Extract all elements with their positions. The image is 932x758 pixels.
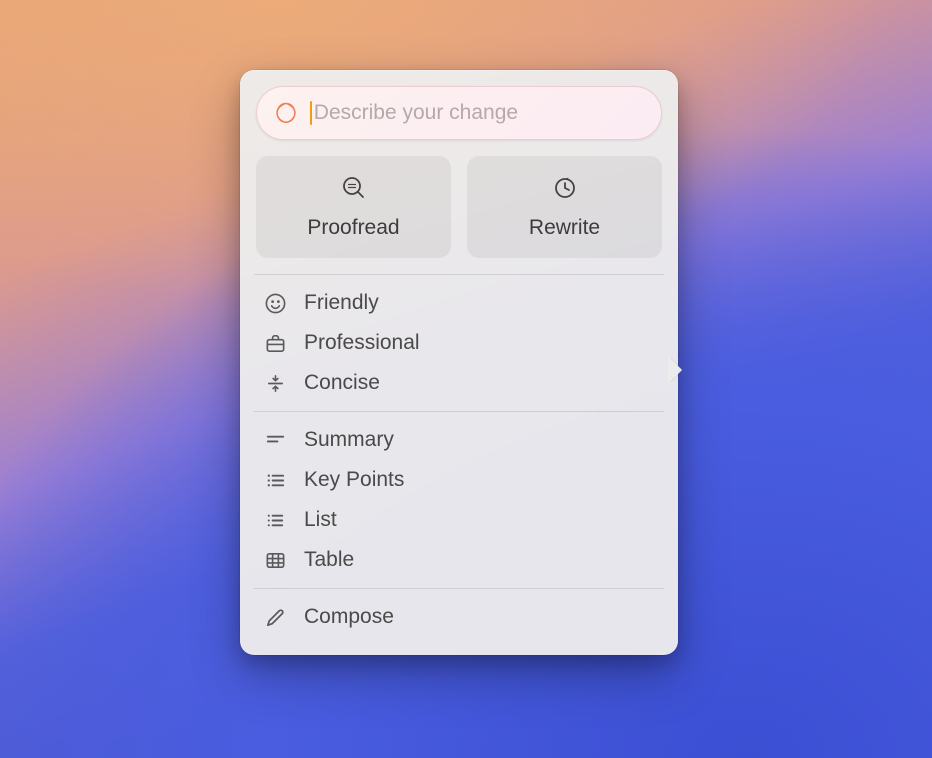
list-label: List [304,508,337,532]
professional-item[interactable]: Professional [256,323,662,363]
popover-arrow [668,358,688,382]
proofread-button[interactable]: Proofread [256,156,451,258]
smile-icon [262,290,288,316]
rewrite-icon [552,175,578,204]
concise-label: Concise [304,371,380,395]
proofread-icon [341,175,367,204]
format-section: Summary Key Points [256,412,662,588]
table-item[interactable]: Table [256,540,662,580]
briefcase-icon [262,330,288,356]
compose-item[interactable]: Compose [256,597,662,637]
tone-section: Friendly Professional Concise [256,275,662,411]
rewrite-button[interactable]: Rewrite [467,156,662,258]
keypoints-icon [262,467,288,493]
pencil-icon [262,604,288,630]
summary-item[interactable]: Summary [256,420,662,460]
describe-input[interactable] [314,101,644,125]
writing-tools-popover: Proofread Rewrite [240,70,678,655]
summary-label: Summary [304,428,394,452]
compress-icon [262,370,288,396]
primary-actions: Proofread Rewrite [256,156,662,258]
table-label: Table [304,548,354,572]
keypoints-item[interactable]: Key Points [256,460,662,500]
compose-label: Compose [304,605,394,629]
professional-label: Professional [304,331,420,355]
rewrite-label: Rewrite [529,216,600,240]
compose-section: Compose [256,589,662,645]
summary-icon [262,427,288,453]
apple-intelligence-icon [274,101,298,125]
table-icon [262,547,288,573]
proofread-label: Proofread [307,216,399,240]
describe-field-container[interactable] [256,86,662,140]
friendly-label: Friendly [304,291,379,315]
keypoints-label: Key Points [304,468,404,492]
text-cursor [310,101,312,125]
friendly-item[interactable]: Friendly [256,283,662,323]
list-item[interactable]: List [256,500,662,540]
list-icon [262,507,288,533]
concise-item[interactable]: Concise [256,363,662,403]
